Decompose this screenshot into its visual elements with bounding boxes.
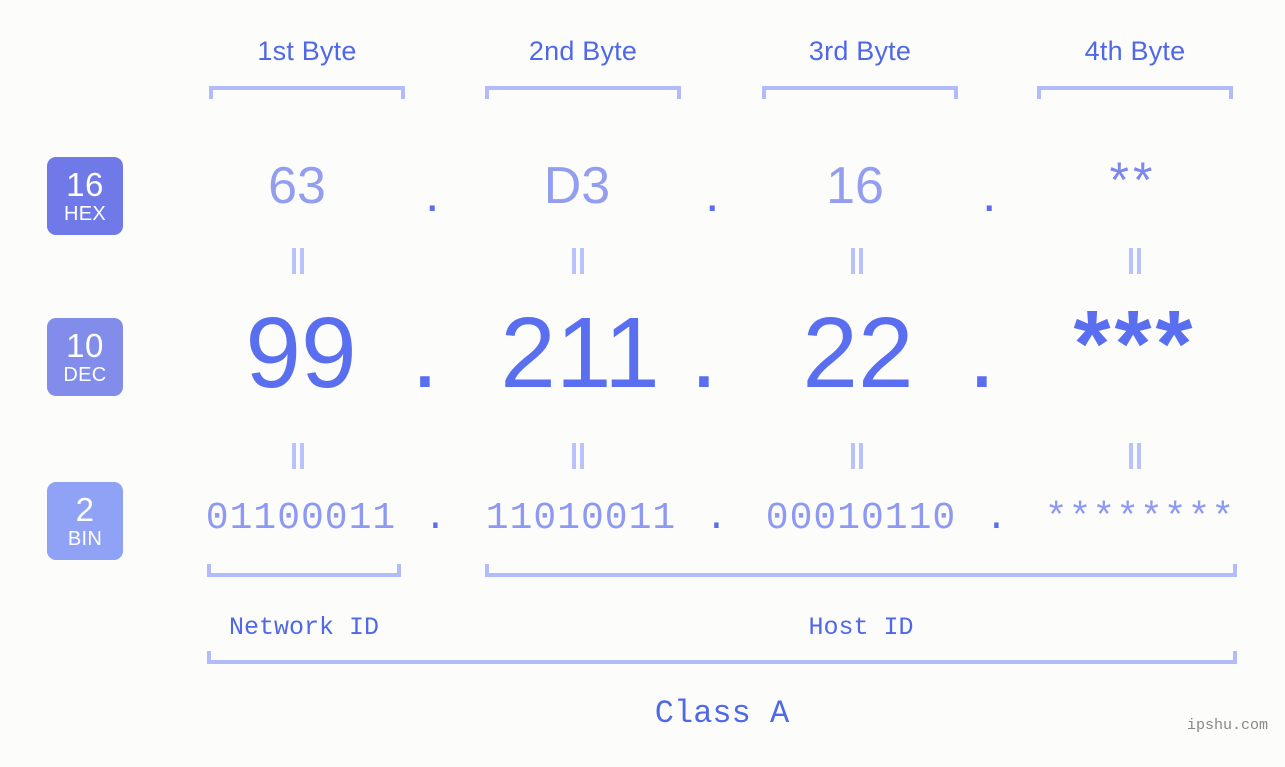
radix-badge-dec-name: DEC (63, 364, 107, 386)
equivalence-mark-dec-bin-4 (1129, 443, 1145, 469)
byte-bracket-top-4 (1037, 86, 1233, 99)
radix-badge-bin: 2 BIN (47, 482, 123, 560)
byte-header-label-2: 2nd Byte (528, 36, 638, 66)
hex-value-byte-1: 63 (268, 157, 326, 215)
watermark: ipshu.com (1187, 717, 1269, 734)
radix-badge-hex: 16 HEX (47, 157, 123, 235)
dec-value-byte-2: 211 (500, 297, 660, 409)
bin-value-byte-2: 11010011 (485, 497, 677, 540)
hex-value-byte-2: D3 (543, 157, 611, 215)
dec-value-byte-4: *** (1073, 291, 1197, 397)
dec-separator-1: . (411, 297, 439, 409)
radix-badge-hex-name: HEX (63, 203, 107, 225)
bin-separator-2: . (705, 497, 728, 540)
radix-badge-dec-number: 10 (66, 327, 104, 364)
hex-value-byte-3: 16 (826, 157, 884, 215)
equivalence-mark-dec-bin-1 (292, 443, 308, 469)
network-id-label: Network ID (228, 613, 380, 642)
class-bracket (207, 651, 1237, 664)
byte-header-label-3: 3rd Byte (808, 36, 912, 66)
dec-value-byte-1: 99 (245, 297, 357, 409)
dec-separator-3: . (968, 297, 996, 409)
equivalence-mark-dec-bin-2 (572, 443, 588, 469)
hex-separator-2: . (705, 165, 720, 223)
bin-value-byte-4: ******** (1044, 497, 1236, 540)
byte-bracket-top-1 (209, 86, 405, 99)
hex-separator-1: . (425, 165, 440, 223)
network-id-bracket (207, 564, 401, 577)
hex-separator-3: . (982, 165, 997, 223)
hex-value-byte-4: ** (1109, 152, 1157, 208)
equivalence-mark-dec-bin-3 (851, 443, 867, 469)
bin-separator-3: . (985, 497, 1008, 540)
dec-value-byte-3: 22 (802, 297, 914, 409)
host-id-bracket (485, 564, 1237, 577)
radix-badge-hex-number: 16 (66, 166, 104, 203)
equivalence-mark-hex-dec-4 (1129, 248, 1145, 274)
bin-value-byte-1: 01100011 (205, 497, 397, 540)
class-label: Class A (654, 695, 790, 732)
equivalence-mark-hex-dec-3 (851, 248, 867, 274)
bin-separator-1: . (424, 497, 447, 540)
radix-badge-dec: 10 DEC (47, 318, 123, 396)
equivalence-mark-hex-dec-2 (572, 248, 588, 274)
byte-header-label-4: 4th Byte (1084, 36, 1186, 66)
host-id-label: Host ID (808, 613, 914, 642)
byte-bracket-top-3 (762, 86, 958, 99)
radix-badge-bin-number: 2 (75, 491, 95, 528)
ip-address-breakdown-diagram: 1st Byte 2nd Byte 3rd Byte 4th Byte 16 H… (0, 0, 1285, 767)
equivalence-mark-hex-dec-1 (292, 248, 308, 274)
byte-bracket-top-2 (485, 86, 681, 99)
radix-badge-bin-name: BIN (67, 528, 103, 550)
byte-header-label-1: 1st Byte (257, 36, 357, 66)
bin-value-byte-3: 00010110 (765, 497, 957, 540)
dec-separator-2: . (690, 297, 718, 409)
